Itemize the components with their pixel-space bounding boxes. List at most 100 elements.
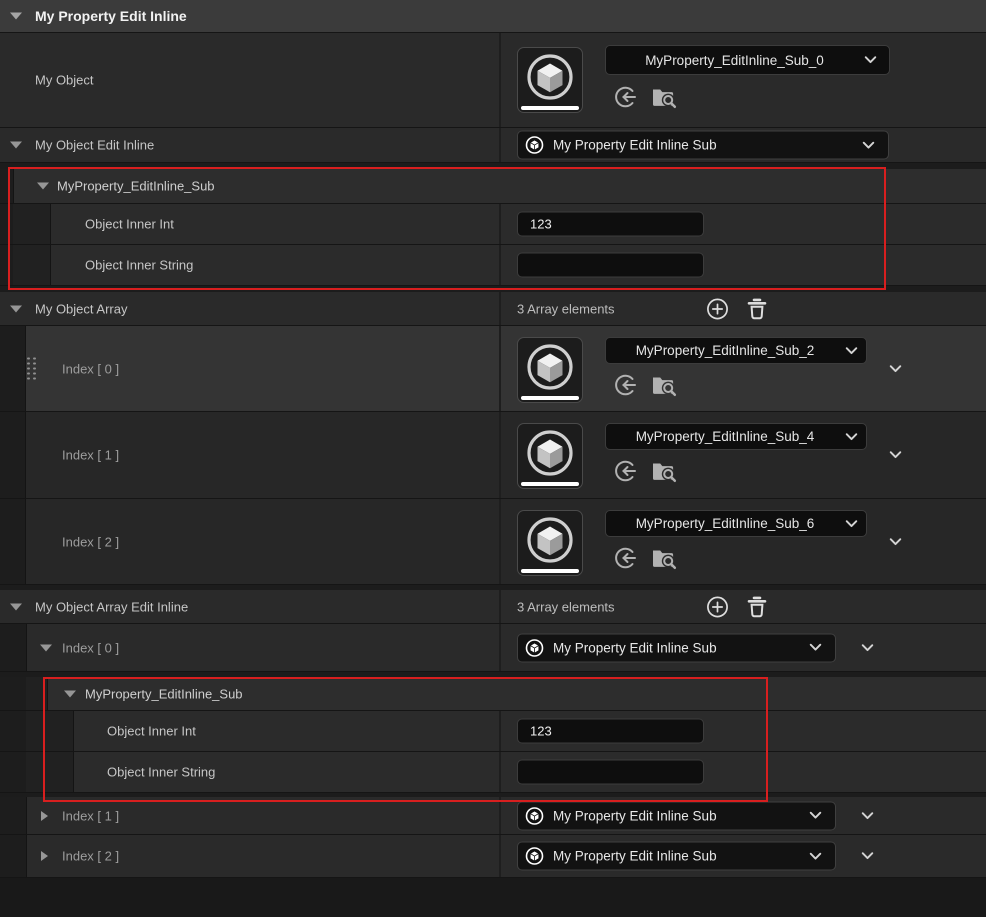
browse-to-asset-icon (651, 546, 677, 570)
combo-selected-label: My Property Edit Inline Sub (553, 138, 717, 153)
column-divider[interactable] (499, 245, 501, 285)
column-divider[interactable] (499, 326, 501, 411)
asset-name: MyProperty_EditInline_Sub_0 (645, 53, 850, 68)
row-sub-object-header: MyProperty_EditInline_Sub (0, 169, 986, 204)
row-my-object: My Object MyProperty_EditInline_Sub_0 (0, 33, 986, 128)
row-expand-chevron[interactable] (889, 364, 902, 373)
asset-picker-dropdown[interactable]: MyProperty_EditInline_Sub_0 (605, 45, 890, 75)
sub-object-expander-icon[interactable] (37, 183, 49, 190)
asset-color-bar (521, 569, 579, 573)
asset-thumbnail[interactable] (517, 423, 583, 489)
index-expander-icon[interactable] (41, 811, 48, 821)
column-divider[interactable] (499, 128, 501, 162)
column-divider[interactable] (499, 711, 501, 751)
asset-picker-dropdown[interactable]: MyProperty_EditInline_Sub_6 (605, 510, 867, 537)
column-divider[interactable] (499, 590, 501, 623)
int-value-input[interactable] (517, 719, 704, 744)
chevron-down-icon (809, 852, 822, 861)
row-my-object-array: My Object Array 3 Array elements (0, 292, 986, 326)
column-divider[interactable] (499, 292, 501, 325)
indent-gutter (26, 711, 48, 751)
asset-picker-dropdown[interactable]: MyProperty_EditInline_Sub_2 (605, 337, 867, 364)
property-label: Object Inner Int (85, 217, 174, 232)
array-elements-count: 3 Array elements (517, 301, 615, 316)
string-value-input[interactable] (517, 760, 704, 785)
column-divider[interactable] (499, 797, 501, 834)
inline-class-combo[interactable]: My Property Edit Inline Sub (517, 131, 889, 160)
inline-class-combo[interactable]: My Property Edit Inline Sub (517, 801, 836, 830)
column-divider[interactable] (499, 752, 501, 792)
indent-gutter (0, 412, 26, 498)
add-element-icon (706, 595, 729, 618)
index-expander-icon[interactable] (40, 644, 52, 651)
browse-to-asset-button[interactable] (651, 85, 677, 109)
array-elements-count: 3 Array elements (517, 599, 615, 614)
use-selected-asset-icon (613, 546, 637, 570)
asset-picker-dropdown[interactable]: MyProperty_EditInline_Sub_4 (605, 423, 867, 450)
array-item-row-0: Index [ 0 ] MyProperty_EditInline_Sub_2 (0, 326, 986, 412)
category-title: My Property Edit Inline (35, 8, 187, 24)
browse-to-asset-button[interactable] (651, 546, 677, 570)
category-header[interactable]: My Property Edit Inline (0, 0, 986, 33)
column-divider[interactable] (499, 33, 501, 127)
use-selected-asset-button[interactable] (613, 546, 637, 570)
column-divider[interactable] (499, 204, 501, 244)
asset-thumbnail[interactable] (517, 47, 583, 113)
use-selected-asset-button[interactable] (613, 85, 637, 109)
asset-color-bar (521, 396, 579, 400)
indent-gutter (0, 326, 26, 411)
row-expand-chevron[interactable] (889, 451, 902, 460)
row-expander-icon[interactable] (10, 305, 22, 312)
int-value-input[interactable] (517, 212, 704, 237)
use-selected-asset-button[interactable] (613, 459, 637, 483)
indent-gutter (0, 797, 27, 834)
indent-gutter (26, 752, 48, 792)
index-label: Index [ 2 ] (62, 849, 119, 864)
chevron-down-icon (889, 364, 902, 373)
asset-name: MyProperty_EditInline_Sub_4 (636, 429, 837, 444)
array-clear-button[interactable] (747, 595, 767, 618)
inline-class-combo[interactable]: My Property Edit Inline Sub (517, 633, 836, 662)
add-element-icon (706, 297, 729, 320)
column-divider[interactable] (499, 624, 501, 671)
property-label: Object Inner String (85, 258, 193, 273)
chevron-down-icon (809, 811, 822, 820)
asset-thumbnail[interactable] (517, 337, 583, 403)
array-clear-button[interactable] (747, 297, 767, 320)
cube-circle-icon (525, 847, 544, 866)
indent-gutter (0, 169, 14, 203)
browse-to-asset-button[interactable] (651, 459, 677, 483)
column-divider[interactable] (499, 412, 501, 498)
property-label: Object Inner Int (107, 724, 196, 739)
row-expander-icon[interactable] (10, 142, 22, 149)
sub-object-expander-icon[interactable] (64, 690, 76, 697)
asset-thumbnail[interactable] (517, 510, 583, 576)
use-selected-asset-button[interactable] (613, 373, 637, 397)
indent-gutter (0, 835, 27, 877)
chevron-down-icon (845, 432, 858, 441)
row-object-inner-int-2: Object Inner Int (0, 711, 986, 752)
browse-to-asset-icon (651, 373, 677, 397)
drag-handle-icon[interactable] (27, 357, 36, 380)
property-label: My Object (35, 73, 94, 88)
row-expand-chevron[interactable] (861, 811, 874, 820)
cube-asset-icon (518, 46, 582, 110)
index-expander-icon[interactable] (41, 851, 48, 861)
array-item-row-2: Index [ 2 ] MyProperty_EditInline_Sub_6 (0, 499, 986, 585)
row-expand-chevron[interactable] (889, 537, 902, 546)
column-divider[interactable] (499, 835, 501, 877)
row-expander-icon[interactable] (10, 603, 22, 610)
combo-selected-label: My Property Edit Inline Sub (553, 808, 717, 823)
string-value-input[interactable] (517, 253, 704, 278)
details-panel: My Property Edit Inline My Object MyProp… (0, 0, 986, 917)
browse-to-asset-button[interactable] (651, 373, 677, 397)
row-expand-chevron[interactable] (861, 643, 874, 652)
chevron-down-icon (861, 852, 874, 861)
category-expander-icon[interactable] (10, 13, 22, 20)
row-expand-chevron[interactable] (861, 852, 874, 861)
array-add-button[interactable] (706, 595, 729, 618)
inline-class-combo[interactable]: My Property Edit Inline Sub (517, 842, 836, 871)
column-divider[interactable] (499, 499, 501, 584)
array-add-button[interactable] (706, 297, 729, 320)
row-object-inner-string-2: Object Inner String (0, 752, 986, 793)
